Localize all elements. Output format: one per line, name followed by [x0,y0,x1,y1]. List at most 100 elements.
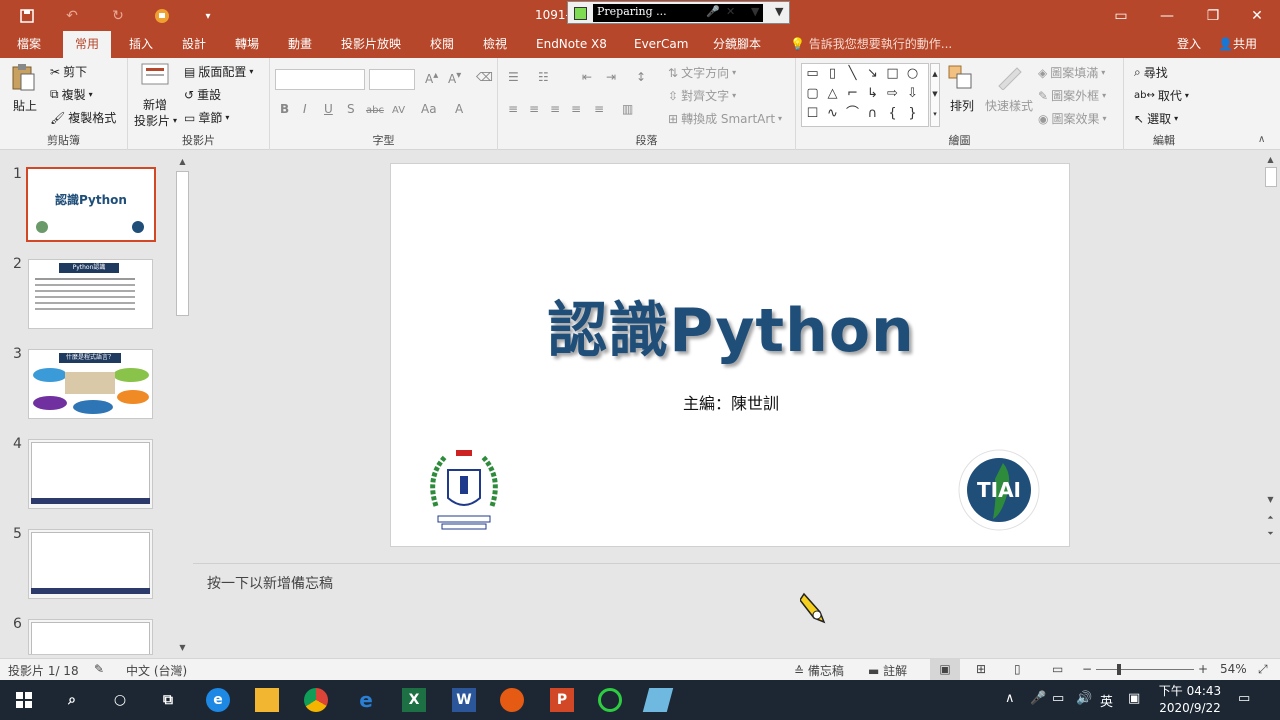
shape-fill-button[interactable]: ◈ 圖案填滿 ▾ [1038,64,1105,81]
tab-evercam[interactable]: EverCam [634,31,688,58]
login-link[interactable]: 登入 [1177,31,1201,58]
strikethrough-icon[interactable]: abc [366,105,384,116]
current-slide[interactable]: 認識Python 主編：陳世訓 TIAI [390,163,1070,547]
collapse-ribbon-icon[interactable]: ∧ [1258,134,1265,145]
scrollbar-thumb[interactable] [176,171,189,316]
textbox-shape-icon[interactable]: ▭ [805,66,820,81]
tab-slideshow[interactable]: 投影片放映 [341,31,401,58]
customize-toolbar-icon[interactable]: ▾ [198,6,218,26]
scrollbar-thumb[interactable] [1265,167,1277,187]
redo-icon[interactable]: ↻ [108,6,128,26]
close-button[interactable]: ✕ [1234,0,1280,31]
slide-scrollbar[interactable]: ▲ ▼ ⏶ ⏷ [1264,153,1278,543]
slide-subtitle[interactable]: 主編：陳世訓 [391,390,1071,414]
camera-off-icon[interactable]: ✕ [726,5,735,18]
underline-icon[interactable]: U [324,102,333,116]
new-slide-label-2[interactable]: 投影片 ▾ [134,112,177,129]
align-right-icon[interactable]: ≡ [550,102,560,116]
arc-shape-icon[interactable]: ⌒ [845,106,860,121]
tab-file[interactable]: 檔案 [17,31,41,58]
scroll-up-icon[interactable]: ▲ [1264,153,1277,166]
thumbnail-slide-2[interactable]: Python認識 [28,259,153,329]
font-size-field[interactable] [369,69,415,90]
down-arrow-shape-icon[interactable]: ⇩ [905,86,920,101]
word-icon[interactable]: W [452,688,476,712]
zoom-slider-thumb[interactable] [1117,664,1121,675]
quick-styles-button[interactable]: 快速樣式 [985,97,1033,114]
windows-start-icon[interactable] [12,688,36,712]
align-left-icon[interactable]: ≡ [508,102,518,116]
zoom-level[interactable]: 54% [1220,662,1247,676]
shape-outline-button[interactable]: ✎ 圖案外框 ▾ [1038,87,1106,104]
tab-animations[interactable]: 動畫 [288,31,312,58]
line-shape-icon[interactable]: ╲ [845,66,860,81]
firefox-icon[interactable] [500,688,524,712]
restore-button[interactable]: ❐ [1190,0,1236,31]
font-name-field[interactable] [275,69,365,90]
thumbnail-slide-6[interactable] [28,619,153,655]
show-hidden-icons-icon[interactable]: ∧ [1005,691,1015,706]
evercam-icon[interactable] [598,688,622,712]
file-explorer-icon[interactable] [255,688,279,712]
quick-styles-icon[interactable] [995,64,1023,96]
fit-to-window-icon[interactable]: ⤢ [1258,662,1268,677]
arrange-button[interactable]: 排列 [950,97,974,114]
system-clock[interactable]: 下午 04:43 2020/9/22 [1155,683,1225,717]
slide-sorter-icon[interactable]: ⊞ [976,662,986,676]
spelling-icon[interactable]: ✎ [94,662,104,676]
ime-indicator[interactable]: 英 [1100,691,1113,710]
cortana-icon[interactable]: ○ [108,688,132,712]
evercam-recorder-bar[interactable]: Preparing ... 🎤 ✕ ▼ ▼ [567,1,790,24]
thumbnail-slide-5[interactable] [28,529,153,599]
notes-pane[interactable]: 按一下以新增備忘稿 [193,563,1280,658]
format-painter-button[interactable]: 🖌 複製格式 [50,109,116,126]
start-from-beginning-icon[interactable] [152,6,172,26]
zoom-out-icon[interactable]: − [1082,662,1092,676]
search-icon[interactable]: ⌕ [60,688,84,712]
paste-button[interactable]: 貼上 [13,97,37,114]
text-shadow-icon[interactable]: S [347,102,355,116]
distributed-icon[interactable]: ≡ [594,102,604,116]
find-button[interactable]: ⌕ 尋找 [1134,64,1168,81]
excel-icon[interactable]: X [402,688,426,712]
copy-button[interactable]: ⧉ 複製 ▾ [50,86,93,103]
right-brace-icon[interactable]: } [905,106,920,121]
tab-home[interactable]: 常用 [63,31,112,58]
layout-button[interactable]: ▤ 版面配置 ▾ [184,63,253,80]
task-view-icon[interactable]: ⧉ [156,688,180,712]
change-case-icon[interactable]: Aa [421,102,437,116]
right-arrow-shape-icon[interactable]: ⇨ [885,86,900,101]
oval-shape-icon[interactable]: ○ [905,66,920,81]
shape-effects-button[interactable]: ◉ 圖案效果 ▾ [1038,110,1107,127]
elbow-connector-icon[interactable]: ⌐ [845,86,860,101]
thumbnail-slide-4[interactable] [28,439,153,509]
reading-view-icon[interactable]: ▯ [1014,662,1021,676]
scroll-down-icon[interactable]: ▼ [176,641,189,654]
arrange-icon[interactable] [947,64,973,96]
elbow-arrow-icon[interactable]: ↳ [865,86,880,101]
zoom-slider-track[interactable] [1096,669,1194,670]
menu-arrow-icon[interactable]: ▼ [775,5,783,18]
align-center-icon[interactable]: ≡ [529,102,539,116]
freeform-icon[interactable]: ☐ [805,106,820,121]
grow-font-icon[interactable]: A▴ [425,70,438,86]
zoom-in-icon[interactable]: + [1198,662,1208,676]
tell-me-search[interactable]: 💡 告訴我您想要執行的動作... [790,31,952,58]
clear-format-icon[interactable]: ⌫ [476,70,493,84]
arrow-line-icon[interactable]: ↘ [865,66,880,81]
slideshow-view-icon[interactable]: ▭ [1052,662,1063,676]
text-direction-button[interactable]: ⇅ 文字方向 ▾ [668,64,736,81]
minimize-button[interactable]: — [1144,0,1190,31]
curve-shape-icon[interactable]: ∩ [865,106,880,121]
share-button[interactable]: 👤共用 [1218,31,1257,58]
font-color-icon[interactable]: A [455,102,463,116]
ribbon-display-icon[interactable]: ▭ [1098,0,1144,31]
rectangle-shape-icon[interactable]: □ [885,66,900,81]
scroll-up-icon[interactable]: ▲ [176,155,189,168]
tab-design[interactable]: 設計 [182,31,206,58]
shapes-gallery-scroll[interactable]: ▲ ▼ ▾ [930,63,940,127]
rounded-rect-icon[interactable]: ▢ [805,86,820,101]
comments-toggle[interactable]: ▬ 註解 [868,662,907,679]
new-slide-icon[interactable] [140,62,170,96]
align-text-button[interactable]: ⇳ 對齊文字 ▾ [668,87,736,104]
